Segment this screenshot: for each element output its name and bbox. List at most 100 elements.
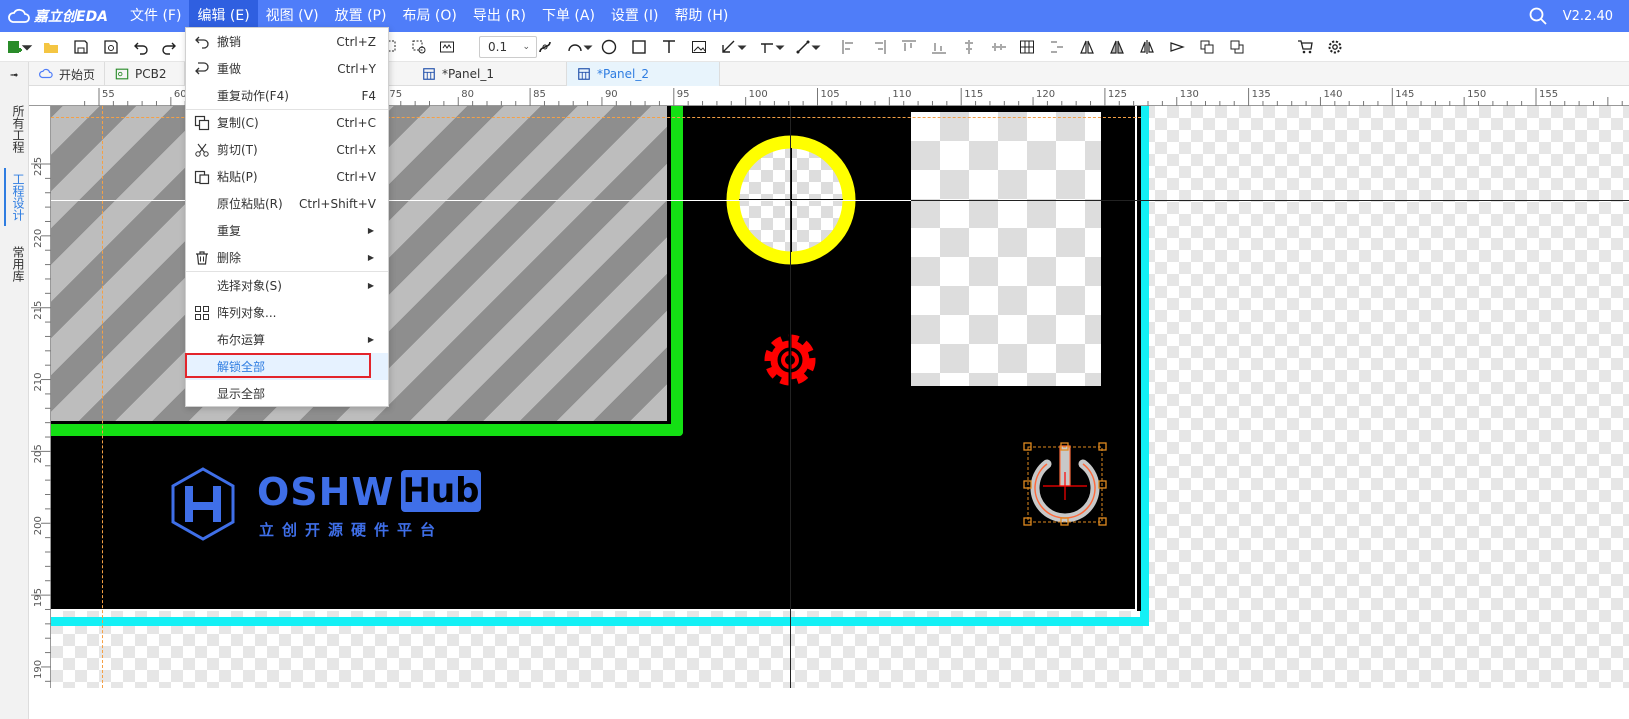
arc-dropdown-icon[interactable]	[582, 36, 594, 58]
rotate-icon[interactable]	[1166, 36, 1188, 58]
scissors-icon	[194, 142, 210, 158]
ruler-label: 200	[33, 516, 44, 535]
align-top-icon[interactable]	[898, 36, 920, 58]
cursor-crosshair-v	[790, 106, 791, 688]
undo-icon[interactable]	[130, 36, 152, 58]
power-symbol-selected[interactable]	[1023, 442, 1107, 528]
menu-item-shortcut: Ctrl+C	[336, 115, 376, 130]
oshwhub-logo[interactable]: OSHW Hub 立创开源硬件平台	[169, 466, 481, 546]
grid-size-select[interactable]: 0.1 ⌄	[479, 36, 537, 58]
menu-item-cut[interactable]: 剪切(T) Ctrl+X	[186, 136, 388, 163]
menu-export[interactable]: 导出 (R)	[465, 0, 534, 32]
align-right-icon[interactable]	[868, 36, 890, 58]
bom-cart-icon[interactable]	[1294, 36, 1316, 58]
tab-label: *Panel_2	[597, 67, 650, 81]
gear-icon[interactable]	[1324, 36, 1346, 58]
app-logo[interactable]: 嘉立创EDA	[0, 0, 122, 32]
image-icon[interactable]	[688, 36, 710, 58]
menu-item-copy[interactable]: 复制(C) Ctrl+C	[186, 109, 388, 136]
distribute-h-icon[interactable]	[1046, 36, 1068, 58]
dimension-dropdown-icon[interactable]	[736, 36, 748, 58]
menu-item-boolean[interactable]: 布尔运算 ▶	[186, 326, 388, 353]
sidetab-project-design[interactable]: 工程设计	[4, 168, 25, 226]
menu-item-paste[interactable]: 粘贴(P) Ctrl+V	[186, 163, 388, 190]
transparent-region	[911, 112, 1101, 386]
save-icon[interactable]	[70, 36, 92, 58]
menu-item-label: 删除	[217, 251, 242, 265]
menu-layout[interactable]: 布局 (O)	[394, 0, 464, 32]
menu-item-undo[interactable]: 撤销 Ctrl+Z	[186, 28, 388, 55]
menu-item-redo[interactable]: 重做 Ctrl+Y	[186, 55, 388, 82]
rectangle-icon[interactable]	[628, 36, 650, 58]
submenu-arrow-icon: ▶	[367, 226, 374, 235]
new-dropdown-icon[interactable]	[20, 36, 34, 58]
ruler-label: 155	[1539, 89, 1558, 100]
tab-start-page[interactable]: 开始页	[29, 62, 105, 86]
tab-panel-1[interactable]: *Panel_1	[412, 62, 567, 86]
open-folder-icon[interactable]	[40, 36, 62, 58]
hexagon-h-logo-icon	[171, 467, 235, 541]
edit-menu-dropdown: 撤销 Ctrl+Z 重做 Ctrl+Y 重复动作(F4) F4 复制(C) Ct…	[185, 27, 389, 407]
distribute-icon[interactable]	[1016, 36, 1038, 58]
sidetab-all-projects[interactable]: 所有工程	[4, 100, 25, 158]
menu-item-paste-in-place[interactable]: 原位粘贴(R) Ctrl+Shift+V	[186, 190, 388, 217]
tab-label: 开始页	[59, 67, 96, 82]
menu-order[interactable]: 下单 (A)	[534, 0, 603, 32]
search-icon[interactable]	[1529, 7, 1547, 25]
ruler-label: 225	[33, 157, 44, 176]
origin-dropdown-icon[interactable]	[774, 36, 786, 58]
ruler-label: 90	[605, 89, 618, 100]
tab-pcb2[interactable]: PCB2	[105, 62, 185, 86]
vertical-ruler[interactable]: 225 220 215 210 205 200 195 190	[29, 106, 51, 719]
sidetab-common-library[interactable]: 常用库	[4, 242, 25, 286]
cloud-logo-icon	[8, 8, 30, 23]
align-center-h-icon[interactable]	[988, 36, 1010, 58]
mirror-icon[interactable]	[1136, 36, 1158, 58]
menu-settings[interactable]: 设置 (I)	[603, 0, 667, 32]
ruler-label: 80	[461, 89, 474, 100]
menu-file[interactable]: 文件 (F)	[122, 0, 189, 32]
ruler-label: 105	[821, 89, 840, 100]
menu-help[interactable]: 帮助 (H)	[666, 0, 736, 32]
tab-panel-2[interactable]: *Panel_2	[567, 62, 720, 86]
zoom-selection-icon[interactable]	[408, 36, 430, 58]
highlight-annotation-box	[185, 353, 371, 378]
save-as-icon[interactable]	[100, 36, 122, 58]
align-left-icon[interactable]	[838, 36, 860, 58]
menu-item-label: 复制(C)	[217, 116, 259, 130]
ruler-label: 135	[1252, 89, 1271, 100]
ruler-label: 125	[1108, 89, 1127, 100]
circle-icon[interactable]	[598, 36, 620, 58]
trash-icon	[194, 250, 210, 266]
menu-item-delete[interactable]: 删除 ▶	[186, 244, 388, 271]
menu-item-show-all[interactable]: 显示全部	[186, 380, 388, 407]
send-back-icon[interactable]	[1226, 36, 1248, 58]
ruler-label: 100	[749, 89, 768, 100]
flip-vertical-icon[interactable]	[1106, 36, 1128, 58]
ruler-label: 130	[1180, 89, 1199, 100]
logo-subtitle: 立创开源硬件平台	[259, 521, 444, 539]
bring-front-icon[interactable]	[1196, 36, 1218, 58]
measure-icon[interactable]	[436, 36, 458, 58]
menu-right: V2.2.40	[1529, 0, 1613, 32]
cloud-icon	[39, 68, 53, 79]
align-bottom-icon[interactable]	[928, 36, 950, 58]
menu-item-repeat-action[interactable]: 重复动作(F4) F4	[186, 82, 388, 109]
line-dropdown-icon[interactable]	[810, 36, 822, 58]
logo-word: OSHW	[257, 470, 395, 514]
redo-icon[interactable]	[158, 36, 180, 58]
menu-item-array-objects[interactable]: 阵列对象...	[186, 299, 388, 326]
text-icon[interactable]	[658, 36, 680, 58]
ruler-label: 85	[533, 89, 546, 100]
route-track-icon[interactable]	[534, 36, 556, 58]
logo-hub-badge: Hub	[401, 470, 481, 512]
menu-item-shortcut: Ctrl+Shift+V	[299, 196, 376, 211]
flip-horizontal-icon[interactable]	[1076, 36, 1098, 58]
menu-item-select-objects[interactable]: 选择对象(S) ▶	[186, 272, 388, 299]
align-center-v-icon[interactable]	[958, 36, 980, 58]
pin-icon[interactable]: ➟	[10, 70, 18, 81]
ruler-label: 145	[1395, 89, 1414, 100]
menu-item-label: 重复	[217, 224, 242, 238]
menu-item-label: 阵列对象...	[217, 306, 277, 320]
menu-item-repeat[interactable]: 重复 ▶	[186, 217, 388, 244]
